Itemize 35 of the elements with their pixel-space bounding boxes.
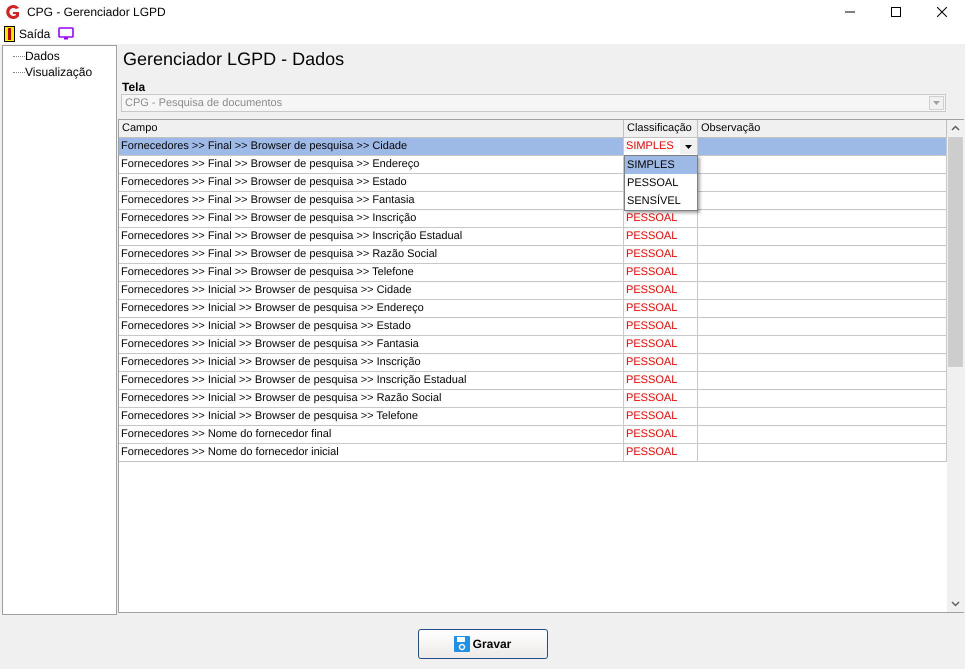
table-cell-text: PESSOAL — [625, 391, 678, 406]
table-cell-text: PESSOAL — [625, 247, 678, 262]
door-icon — [4, 26, 15, 42]
save-button[interactable]: Gravar — [418, 629, 548, 659]
menu-item[interactable]: Saída — [4, 25, 50, 43]
page-heading: Gerenciador LGPD - Dados — [123, 48, 346, 71]
scrollbar-thumb[interactable] — [948, 137, 963, 367]
table-cell-text: PESSOAL — [625, 373, 678, 388]
caret-icon — [680, 139, 697, 154]
table-cell-text: PESSOAL — [625, 409, 678, 424]
table-cell-text: PESSOAL — [625, 229, 678, 244]
dropdown-option[interactable]: PESSOAL — [625, 174, 697, 192]
field-label: Tela — [122, 79, 146, 94]
dropdown-option[interactable]: SIMPLES — [625, 156, 697, 174]
table-cell-text: PESSOAL — [625, 445, 678, 460]
app-logo-icon — [5, 4, 21, 20]
table-cell-text: PESSOAL — [625, 427, 678, 442]
table-cell-text: PESSOAL — [625, 301, 678, 316]
monitor-icon[interactable] — [58, 27, 74, 41]
maximize-icon — [891, 7, 901, 17]
table-cell-text: PESSOAL — [625, 337, 678, 352]
scrollbar[interactable] — [947, 120, 964, 612]
classification-editor[interactable]: SIMPLES — [624, 138, 697, 155]
table-cell-text: PESSOAL — [625, 355, 678, 370]
table-cell-text: PESSOAL — [625, 265, 678, 280]
tree-item[interactable]: Visualização — [25, 64, 92, 80]
dropdown-option[interactable]: SENSÍVEL — [625, 192, 697, 210]
table-cell: Fornecedores >> Nome do fornecedor inicial — [119, 444, 624, 462]
close-icon — [937, 7, 947, 17]
table-cell-text: PESSOAL — [625, 319, 678, 334]
table-cell-text: PESSOAL — [625, 283, 678, 298]
table-cell-text: PESSOAL — [625, 211, 678, 226]
window-title: CPG - Gerenciador LGPD — [27, 4, 166, 21]
caret-icon — [929, 96, 944, 110]
tree-item[interactable]: Dados — [25, 48, 60, 64]
